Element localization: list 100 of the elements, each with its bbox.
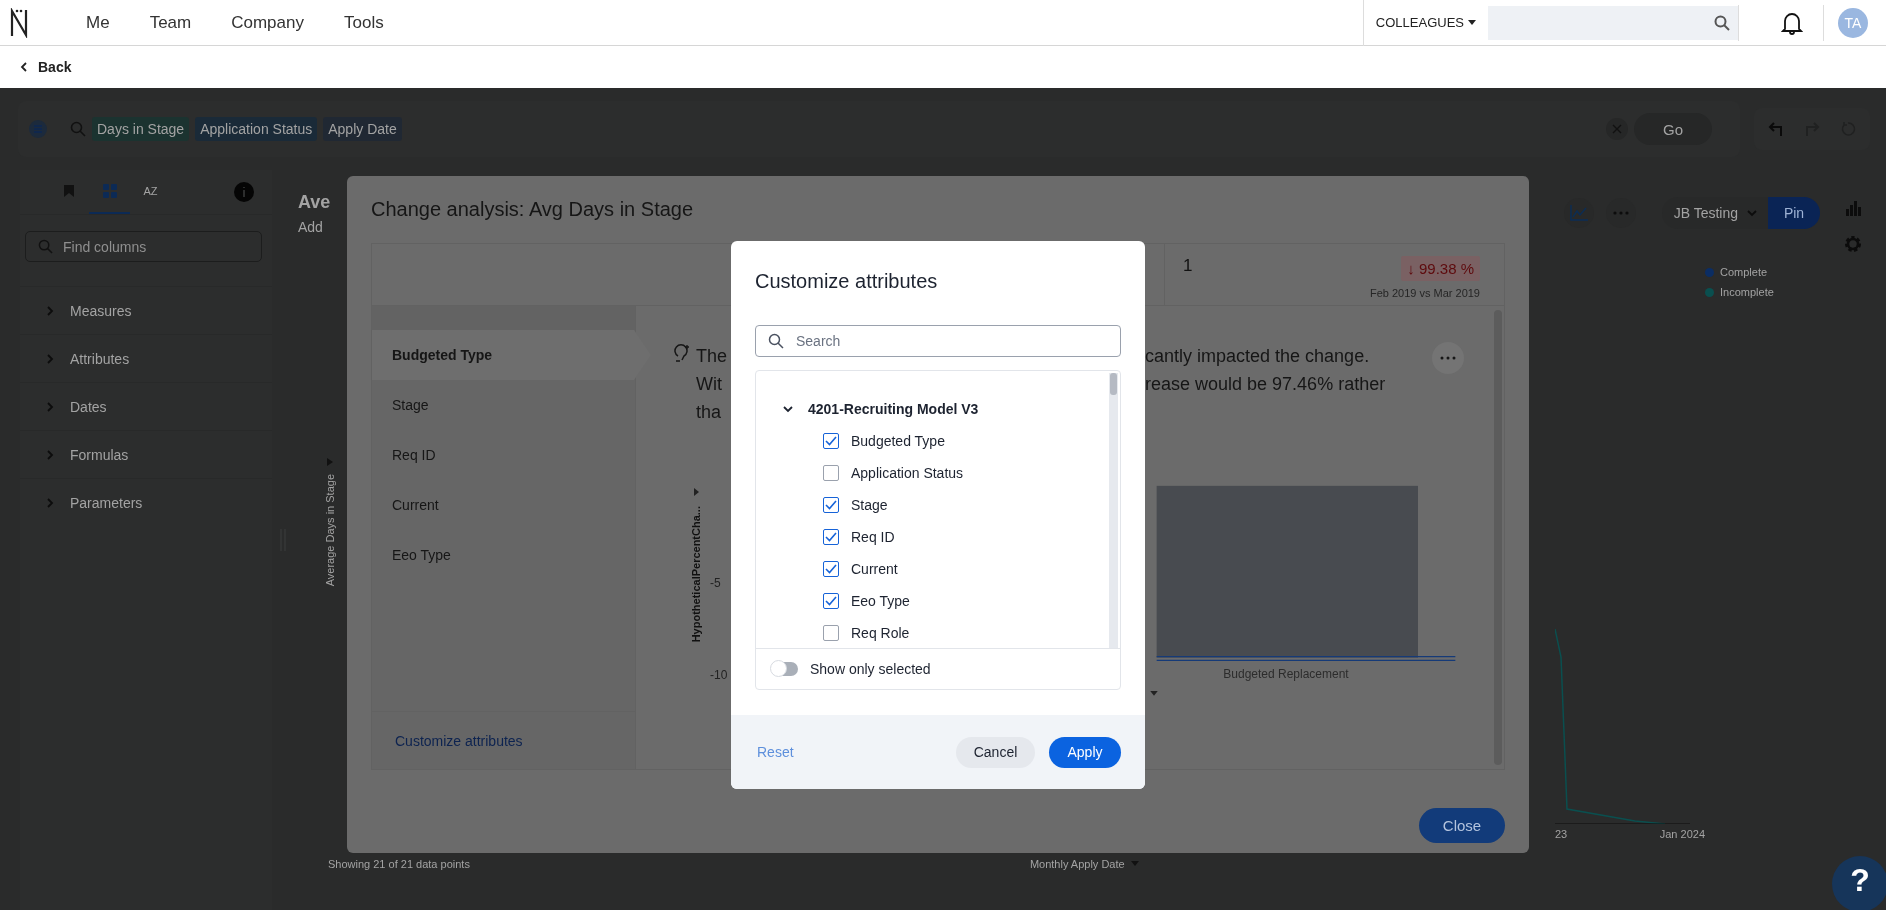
legend-label[interactable]: Complete bbox=[1720, 266, 1768, 278]
y-axis-tick: -5 bbox=[710, 576, 722, 590]
more-button[interactable] bbox=[1432, 342, 1464, 374]
scrollbar[interactable] bbox=[1109, 373, 1118, 648]
go-button[interactable]: Go bbox=[1634, 113, 1712, 145]
clear-button[interactable] bbox=[1606, 118, 1628, 140]
caret-icon bbox=[1150, 691, 1158, 696]
modal-title: Change analysis: Avg Days in Stage bbox=[371, 197, 695, 222]
insight-text: rease would be 97.46% rather bbox=[1145, 373, 1386, 396]
x-axis-label[interactable]: Monthly Apply Date bbox=[1029, 858, 1125, 870]
section-row[interactable]: Attributes bbox=[20, 334, 272, 382]
section-row[interactable]: Measures bbox=[20, 286, 272, 334]
search-icon bbox=[768, 333, 784, 349]
caret-icon bbox=[693, 488, 699, 496]
insight-text: cantly impacted the change. bbox=[1145, 345, 1371, 368]
checkbox[interactable] bbox=[823, 561, 839, 577]
chevron-icon bbox=[44, 496, 56, 509]
attribute-item[interactable]: Stage bbox=[372, 380, 635, 430]
search-icon bbox=[70, 121, 86, 137]
caret-icon bbox=[1130, 861, 1139, 867]
category-label: Budgeted Replacement bbox=[1222, 667, 1350, 682]
search-token[interactable]: Apply Date bbox=[323, 117, 402, 141]
attribute-item[interactable]: Eeo Type bbox=[372, 530, 635, 580]
chevron-icon bbox=[44, 400, 56, 413]
search-field[interactable]: Search bbox=[755, 325, 1121, 357]
toggle-label: Show only selected bbox=[810, 661, 931, 677]
apply-button[interactable]: Apply bbox=[1049, 736, 1121, 768]
chevron-icon bbox=[782, 403, 794, 415]
attribute-label[interactable]: Budgeted Type bbox=[851, 433, 945, 449]
caret-icon bbox=[1468, 19, 1476, 26]
back-chevron-icon bbox=[18, 61, 30, 73]
insight-text: tha bbox=[696, 401, 723, 424]
show-selected-toggle[interactable] bbox=[772, 662, 798, 676]
answer-title: Ave bbox=[298, 192, 331, 213]
back-link[interactable]: Back bbox=[12, 58, 78, 76]
data-points-note: Showing 21 of 21 data points bbox=[328, 858, 470, 870]
chevron-icon bbox=[44, 304, 56, 317]
close-button[interactable]: Close bbox=[1419, 808, 1505, 843]
section-row[interactable]: Formulas bbox=[20, 430, 272, 478]
dialog-title: Customize attributes bbox=[754, 268, 939, 294]
undo-icon[interactable] bbox=[1768, 121, 1784, 137]
attribute-item[interactable]: Current bbox=[372, 480, 635, 530]
checkbox[interactable] bbox=[823, 497, 839, 513]
logo-icon[interactable] bbox=[8, 7, 30, 38]
stat-value: 1 bbox=[1183, 256, 1193, 277]
answer-subtitle: Add bbox=[298, 219, 324, 235]
checkbox[interactable] bbox=[823, 625, 839, 641]
nav-menu-item[interactable]: Tools bbox=[323, 12, 404, 33]
insight-text: Wit bbox=[696, 373, 723, 396]
menu-icon[interactable] bbox=[28, 119, 48, 139]
help-button[interactable]: ? bbox=[1832, 856, 1886, 910]
y-axis-label[interactable]: HypotheticalPercentCha... bbox=[690, 506, 702, 643]
panel-tab[interactable]: AZ bbox=[130, 170, 171, 214]
checkbox[interactable] bbox=[823, 593, 839, 609]
attribute-label[interactable]: Application Status bbox=[851, 465, 964, 481]
nav-menu-item[interactable]: Company bbox=[211, 12, 324, 33]
attribute-label[interactable]: Req Role bbox=[851, 625, 910, 641]
checkbox[interactable] bbox=[823, 465, 839, 481]
section-row[interactable]: Dates bbox=[20, 382, 272, 430]
checkbox[interactable] bbox=[823, 529, 839, 545]
y-axis-tick: -10 bbox=[710, 668, 729, 682]
bar-chart-icon[interactable] bbox=[1845, 200, 1861, 216]
nav-menu-item[interactable]: Me bbox=[66, 12, 130, 33]
period-label: Feb 2019 vs Mar 2019 bbox=[1369, 287, 1480, 299]
bell-icon[interactable] bbox=[1781, 10, 1803, 35]
cancel-button[interactable]: Cancel bbox=[956, 736, 1035, 768]
insight-text: The bbox=[696, 345, 729, 368]
attribute-label[interactable]: Stage bbox=[851, 497, 888, 513]
chevron-icon bbox=[44, 352, 56, 365]
caret-icon bbox=[327, 458, 333, 466]
attribute-label[interactable]: Eeo Type bbox=[851, 593, 910, 609]
y-axis-label[interactable]: Average Days in Stage bbox=[324, 474, 336, 587]
x-axis-tick: Jan 2024 bbox=[1659, 828, 1705, 840]
grid-icon bbox=[102, 184, 117, 198]
nav-search-field[interactable] bbox=[1488, 5, 1738, 40]
search-token[interactable]: Application Status bbox=[195, 117, 318, 141]
attribute-label[interactable]: Req ID bbox=[851, 529, 895, 545]
group-toggle[interactable]: 4201-Recruiting Model V3 bbox=[756, 393, 985, 425]
insight-icon bbox=[674, 344, 690, 362]
caret-icon bbox=[1746, 207, 1758, 219]
chevron-icon bbox=[44, 448, 56, 461]
attribute-item[interactable]: Req ID bbox=[372, 430, 635, 480]
nav-menu-item[interactable]: Team bbox=[129, 12, 212, 33]
x-axis-tick: 23 bbox=[1555, 828, 1568, 840]
pin-button[interactable]: Pin bbox=[1768, 197, 1820, 229]
bookmark-icon bbox=[62, 184, 75, 198]
section-row[interactable]: Parameters bbox=[20, 478, 272, 526]
line-chart-icon bbox=[1569, 205, 1588, 221]
more-icon bbox=[1440, 356, 1456, 360]
info-icon[interactable] bbox=[234, 182, 254, 202]
attribute-label[interactable]: Current bbox=[851, 561, 898, 577]
find-columns-placeholder: Find columns bbox=[63, 238, 147, 255]
change-badge: ↓ 99.38 % bbox=[1401, 256, 1480, 281]
settings-icon[interactable] bbox=[1843, 234, 1863, 254]
legend-label[interactable]: Incomplete bbox=[1720, 286, 1774, 298]
checkbox[interactable] bbox=[823, 433, 839, 449]
find-columns-field[interactable]: Find columns bbox=[25, 231, 262, 262]
search-icon bbox=[1714, 14, 1730, 31]
search-token[interactable]: Days in Stage bbox=[92, 117, 190, 141]
search-icon bbox=[38, 239, 53, 254]
